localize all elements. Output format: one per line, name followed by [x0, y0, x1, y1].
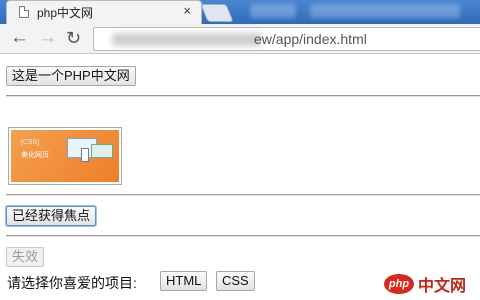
page-content: 这是一个PHP中文网 [CSS] 美化网页 已经获得焦点 失效 请选择你喜爱的项…	[0, 55, 480, 300]
watermark-site-text: 中文网	[418, 278, 467, 295]
watermark: php 中文网	[384, 272, 466, 296]
forward-arrow-icon[interactable]: →	[38, 28, 57, 48]
phone-icon	[81, 148, 89, 162]
css-option-button[interactable]: CSS	[216, 271, 255, 291]
browser-tab[interactable]: php中文网 ×	[6, 0, 202, 24]
page-icon	[19, 6, 29, 18]
disabled-button: 失效	[6, 247, 45, 267]
reload-icon[interactable]: ↻	[66, 28, 81, 48]
banner-subtitle: 美化网页	[21, 152, 49, 159]
html-option-button[interactable]: HTML	[160, 271, 208, 291]
image-button[interactable]: [CSS] 美化网页	[8, 127, 122, 185]
browser-toolbar: ← → ↻ ew/app/index.html	[0, 24, 480, 54]
titlebar-blurred-region-2	[310, 4, 460, 18]
url-blurred-region	[112, 33, 262, 46]
titlebar-blurred-region	[250, 4, 296, 18]
banner-title: [CSS]	[21, 139, 40, 146]
tab-close-icon[interactable]: ×	[183, 3, 191, 18]
horizontal-rule-3	[6, 235, 480, 237]
horizontal-rule-2	[6, 194, 480, 196]
address-bar[interactable]: ew/app/index.html	[93, 27, 480, 51]
horizontal-rule-1	[6, 95, 480, 97]
back-arrow-icon[interactable]: ←	[10, 28, 29, 48]
tab-title: php中文网	[37, 6, 94, 20]
choose-project-label: 请选择你喜爱的项目:	[7, 275, 137, 291]
php-site-button[interactable]: 这是一个PHP中文网	[6, 66, 136, 86]
focused-button[interactable]: 已经获得焦点	[6, 206, 97, 226]
tablet-icon	[91, 144, 113, 158]
php-logo-icon: php	[384, 274, 414, 294]
css-banner-image: [CSS] 美化网页	[11, 130, 119, 182]
address-bar-url: ew/app/index.html	[254, 31, 367, 47]
